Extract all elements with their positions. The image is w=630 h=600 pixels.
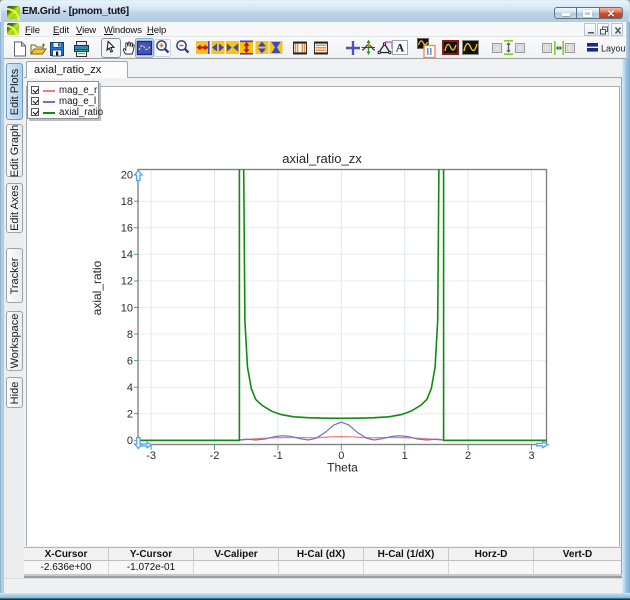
svg-text:20: 20 — [121, 169, 133, 181]
svg-text:A: A — [396, 41, 405, 55]
svg-text:1: 1 — [402, 450, 408, 462]
svg-text:16: 16 — [121, 223, 133, 235]
svg-text:-1: -1 — [273, 450, 283, 462]
svg-text:8: 8 — [127, 329, 133, 341]
svg-text:14: 14 — [121, 249, 133, 261]
svg-text:3: 3 — [528, 450, 534, 462]
svg-text:Layout: Layout — [601, 44, 626, 54]
svg-text:2: 2 — [465, 450, 471, 462]
svg-text:Theta: Theta — [327, 461, 358, 475]
svg-text:-2: -2 — [210, 450, 220, 462]
svg-text:axial_ratio: axial_ratio — [90, 260, 104, 315]
svg-text:0: 0 — [127, 435, 133, 447]
svg-text:10: 10 — [121, 302, 133, 314]
svg-text:4: 4 — [127, 382, 133, 394]
svg-text:6: 6 — [127, 355, 133, 367]
svg-text:axial_ratio_zx: axial_ratio_zx — [282, 151, 362, 166]
svg-text:2: 2 — [127, 409, 133, 421]
svg-text:-3: -3 — [146, 450, 156, 462]
svg-text:18: 18 — [121, 196, 133, 208]
svg-text:12: 12 — [121, 276, 133, 288]
